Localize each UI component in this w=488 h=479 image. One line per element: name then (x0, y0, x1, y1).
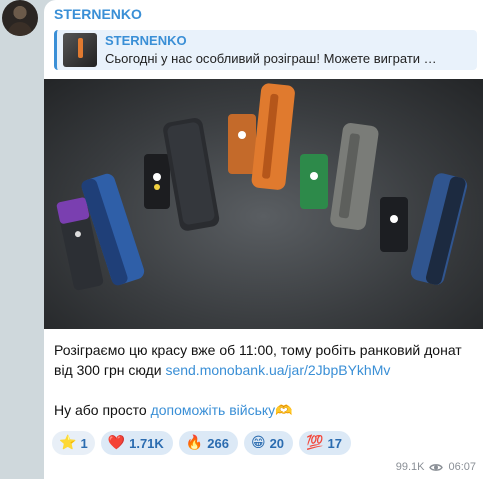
reply-quote[interactable]: STERNENKO Сьогодні у нас особливий розіг… (54, 30, 477, 70)
help-army-link[interactable]: допоможіть війську (151, 402, 276, 418)
monobank-link[interactable]: send.monobank.ua/jar/2JbpBYkhMv (165, 362, 390, 378)
reaction-count: 20 (269, 435, 285, 451)
channel-name[interactable]: STERNENKO (54, 6, 142, 22)
channel-avatar[interactable] (2, 0, 38, 36)
eye-icon (429, 463, 444, 471)
message-line-3: Ну або просто допоможіть війську🫶 (54, 400, 479, 421)
hundred-icon: 💯 (306, 435, 324, 451)
message-line-1: Розіграємо цю красу вже об 11:00, тому р… (54, 342, 462, 358)
message-time: 06:07 (448, 461, 476, 473)
reaction-count: 266 (207, 435, 229, 451)
reactions-bar: ⭐ 1 ❤️ 1.71K 🔥 266 😁 20 💯 17 (52, 431, 351, 455)
reaction-star[interactable]: ⭐ 1 (52, 431, 95, 455)
reaction-hundred[interactable]: 💯 17 (299, 431, 351, 455)
reaction-grin[interactable]: 😁 20 (243, 431, 294, 455)
message-meta: 99.1K 06:07 (396, 461, 476, 473)
photo-illustration (56, 83, 468, 291)
message-line-2: від 300 грн сюди send.monobank.ua/jar/2J… (54, 360, 479, 380)
message-photo[interactable] (44, 79, 483, 329)
message-line-3-text: Ну або просто (54, 402, 151, 418)
message-text: Розіграємо цю красу вже об 11:00, тому р… (54, 340, 479, 421)
reaction-count: 1 (80, 435, 88, 451)
reply-thumbnail (63, 33, 97, 67)
reply-title: STERNENKO (105, 33, 187, 48)
grin-icon: 😁 (250, 435, 266, 451)
message-bubble: STERNENKO STERNENKO Сьогодні у нас особл… (44, 0, 488, 479)
reply-text: Сьогодні у нас особливий розіграш! Может… (105, 51, 437, 66)
reaction-count: 17 (327, 435, 342, 451)
fire-icon: 🔥 (185, 435, 204, 451)
heart-icon: ❤️ (107, 435, 126, 451)
view-count: 99.1K (395, 461, 425, 473)
reaction-heart[interactable]: ❤️ 1.71K (100, 431, 173, 455)
hands-heart-emoji: 🫶 (275, 403, 293, 419)
reaction-fire[interactable]: 🔥 266 (178, 431, 238, 455)
reaction-count: 1.71K (129, 435, 164, 451)
star-icon: ⭐ (59, 435, 77, 451)
message-line-2-text: від 300 грн сюди (54, 362, 166, 378)
